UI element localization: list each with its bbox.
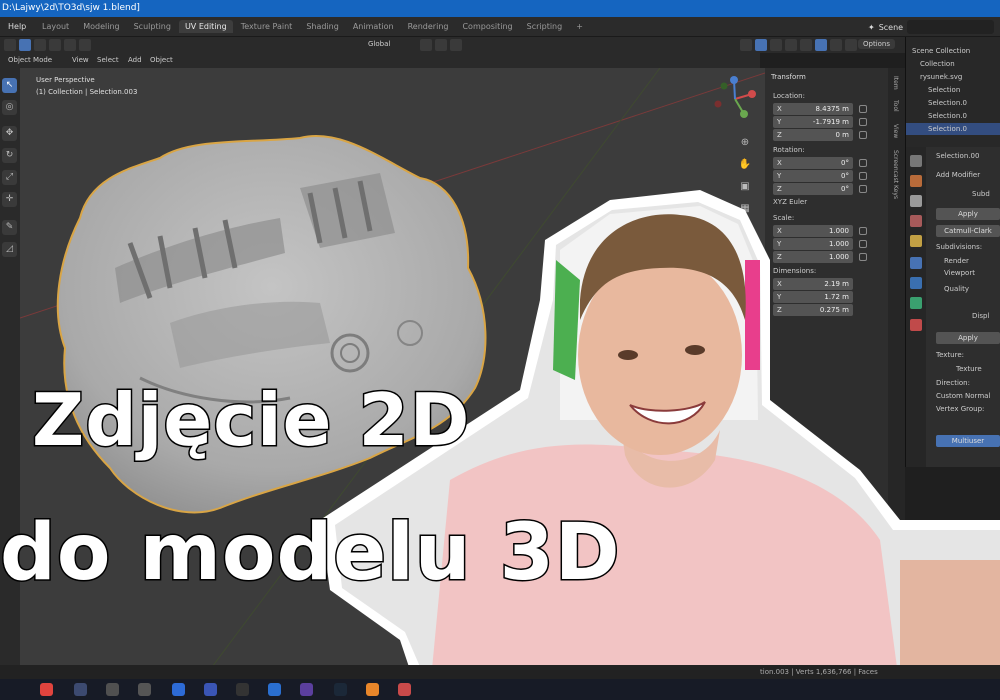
status-bar: tion.003 | Verts 1,636,766 | Faces [0,665,1000,679]
headline-line-2: do modelu 3D [0,507,621,600]
calculator-app-icon[interactable] [74,683,87,696]
obs-app-icon[interactable] [106,683,119,696]
explorer-app-icon[interactable] [138,683,151,696]
store-app-icon[interactable] [172,683,185,696]
zoom-app-icon[interactable] [204,683,217,696]
unity-app-icon[interactable] [236,683,249,696]
record-app-icon[interactable] [40,683,53,696]
headline-line-1: Zdjęcie 2D [30,377,471,464]
os-taskbar [0,679,1000,700]
vscode-app-icon[interactable] [268,683,281,696]
screen: D:\Lajwy\2d\TO3d\sjw 1.blend] Help Layou… [0,0,1000,700]
discord-app-icon[interactable] [300,683,313,696]
pdf-app-icon[interactable] [398,683,411,696]
steam-app-icon[interactable] [334,683,347,696]
status-text: tion.003 | Verts 1,636,766 | Faces [760,668,878,676]
blender-app-icon[interactable] [366,683,379,696]
